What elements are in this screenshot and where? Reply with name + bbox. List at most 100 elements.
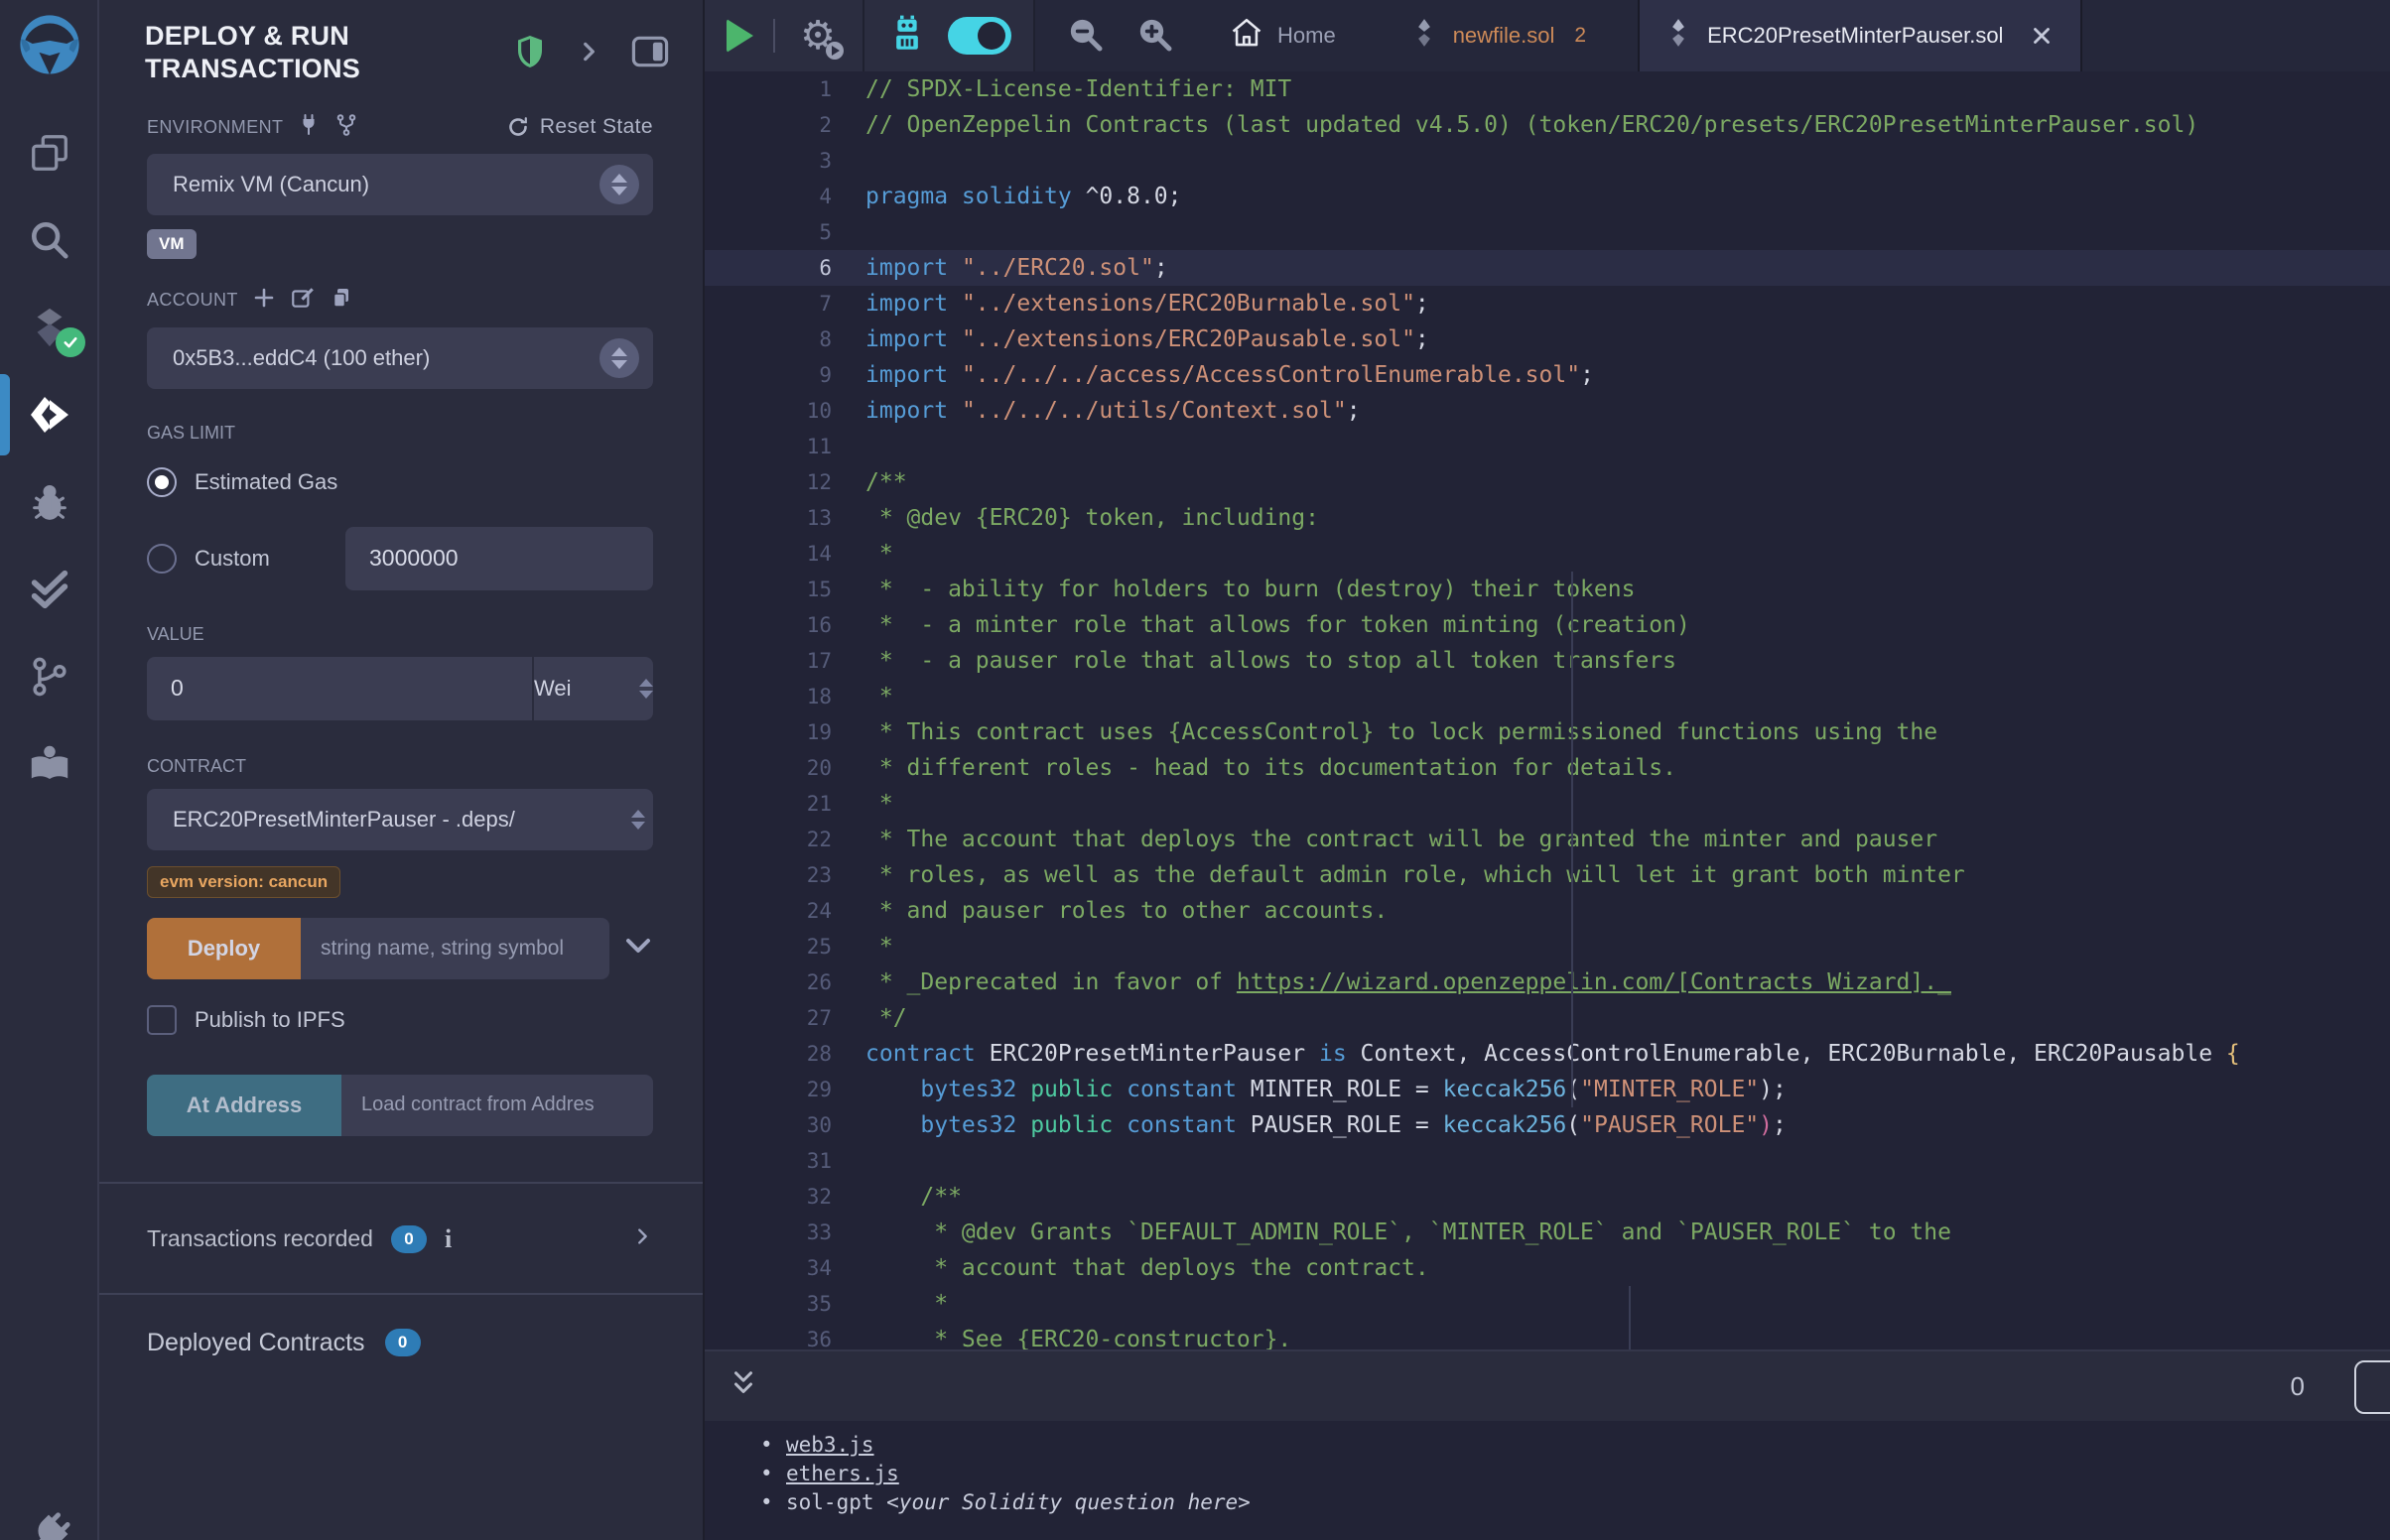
code-line[interactable]: 20 * different roles - head to its docum… — [705, 750, 2390, 786]
code-line[interactable]: 24 * and pauser roles to other accounts. — [705, 893, 2390, 929]
code-line[interactable]: 22 * The account that deploys the contra… — [705, 822, 2390, 857]
code-line[interactable]: 34 * account that deploys the contract. — [705, 1250, 2390, 1286]
at-address-button[interactable]: At Address — [147, 1075, 341, 1136]
fork-state-icon[interactable] — [334, 113, 358, 142]
code-line[interactable]: 13 * @dev {ERC20} token, including: — [705, 500, 2390, 536]
code-line[interactable]: 30 bytes32 public constant PAUSER_ROLE =… — [705, 1107, 2390, 1143]
line-content: * - ability for holders to burn (destroy… — [832, 572, 1635, 607]
code-line[interactable]: 8import "../extensions/ERC20Pausable.sol… — [705, 321, 2390, 357]
code-line[interactable]: 6import "../ERC20.sol"; — [705, 250, 2390, 286]
search-icon[interactable] — [0, 196, 99, 284]
line-number: 1 — [705, 71, 832, 107]
web3js-link[interactable]: web3.js — [786, 1431, 874, 1460]
reset-state-button[interactable]: Reset State — [506, 115, 653, 139]
terminal-bar[interactable]: 0 — [705, 1349, 2390, 1421]
plug-icon[interactable] — [297, 113, 321, 142]
contract-select[interactable]: ERC20PresetMinterPauser - .deps/ — [147, 789, 653, 850]
constructor-args-input[interactable] — [301, 918, 609, 979]
terminal-entry: • ethers.js — [760, 1460, 2390, 1488]
remix-logo[interactable] — [0, 0, 99, 95]
code-line[interactable]: 36 * See {ERC20-constructor}. — [705, 1322, 2390, 1349]
shield-icon — [514, 34, 546, 74]
code-line[interactable]: 27 */ — [705, 1000, 2390, 1036]
publish-ipfs-checkbox[interactable] — [147, 1005, 177, 1035]
code-line[interactable]: 28contract ERC20PresetMinterPauser is Co… — [705, 1036, 2390, 1072]
code-line[interactable]: 26 * _Deprecated in favor of https://wiz… — [705, 964, 2390, 1000]
plugin-manager-icon[interactable] — [22, 1507, 75, 1540]
code-line[interactable]: 5 — [705, 214, 2390, 250]
code-line[interactable]: 7import "../extensions/ERC20Burnable.sol… — [705, 286, 2390, 321]
ai-toggle-on[interactable] — [948, 17, 1011, 55]
tab-newfile[interactable]: newfile.sol 2 — [1386, 0, 1612, 71]
line-content: * account that deploys the contract. — [832, 1250, 1429, 1286]
code-line[interactable]: 21 * — [705, 786, 2390, 822]
code-line[interactable]: 32 /** — [705, 1179, 2390, 1215]
code-line[interactable]: 29 bytes32 public constant MINTER_ROLE =… — [705, 1072, 2390, 1107]
environment-select[interactable]: Remix VM (Cancun) — [147, 154, 653, 215]
code-line[interactable]: 15 * - ability for holders to burn (dest… — [705, 572, 2390, 607]
ethersjs-link[interactable]: ethers.js — [786, 1460, 899, 1488]
expand-constructor-icon[interactable] — [623, 931, 653, 965]
code-line[interactable]: 14 * — [705, 536, 2390, 572]
at-address-input[interactable] — [341, 1075, 653, 1136]
code-line[interactable]: 10import "../../../utils/Context.sol"; — [705, 393, 2390, 429]
compiler-settings-icon[interactable]: ⚙ — [795, 13, 841, 59]
code-line[interactable]: 17 * - a pauser role that allows to stop… — [705, 643, 2390, 679]
git-icon[interactable] — [0, 633, 99, 720]
expand-transactions-icon[interactable] — [631, 1223, 653, 1255]
code-line[interactable]: 25 * — [705, 929, 2390, 964]
code-editor[interactable]: 1// SPDX-License-Identifier: MIT2// Open… — [705, 71, 2390, 1349]
line-content: * _Deprecated in favor of https://wizard… — [832, 964, 1951, 1000]
line-content: import "../ERC20.sol"; — [832, 250, 1168, 286]
tab-home-label: Home — [1277, 23, 1336, 49]
code-line[interactable]: 4pragma solidity ^0.8.0; — [705, 179, 2390, 214]
panel-title: DEPLOY & RUN TRANSACTIONS — [145, 20, 472, 85]
pin-side-panel-icon[interactable] — [631, 36, 669, 72]
code-line[interactable]: 12/** — [705, 464, 2390, 500]
terminal-search-input[interactable] — [2354, 1360, 2390, 1414]
file-explorer-icon[interactable] — [0, 109, 99, 196]
custom-gas-radio[interactable] — [147, 544, 177, 574]
line-number: 27 — [705, 1000, 832, 1036]
account-select[interactable]: 0x5B3...eddC4 (100 ether) — [147, 327, 653, 389]
zoom-in-icon[interactable] — [1134, 14, 1174, 59]
custom-gas-input[interactable] — [345, 527, 653, 590]
deploy-button[interactable]: Deploy — [147, 918, 301, 979]
code-line[interactable]: 9import "../../../access/AccessControlEn… — [705, 357, 2390, 393]
code-line[interactable]: 11 — [705, 429, 2390, 464]
code-line[interactable]: 31 — [705, 1143, 2390, 1179]
ai-robot-icon[interactable] — [886, 13, 928, 60]
line-content: * See {ERC20-constructor}. — [832, 1322, 1291, 1349]
code-line[interactable]: 18 * — [705, 679, 2390, 714]
estimated-gas-radio[interactable] — [147, 467, 177, 497]
code-line[interactable]: 19 * This contract uses {AccessControl} … — [705, 714, 2390, 750]
add-account-icon[interactable] — [252, 286, 276, 315]
code-line[interactable]: 16 * - a minter role that allows for tok… — [705, 607, 2390, 643]
line-content — [832, 429, 865, 464]
value-input[interactable] — [147, 657, 532, 720]
tab-home[interactable]: Home — [1204, 0, 1362, 71]
close-tab-icon[interactable] — [2029, 23, 2055, 49]
code-line[interactable]: 3 — [705, 143, 2390, 179]
line-content — [832, 1143, 865, 1179]
learneth-icon[interactable] — [0, 720, 99, 808]
code-line[interactable]: 33 * @dev Grants `DEFAULT_ADMIN_ROLE`, `… — [705, 1215, 2390, 1250]
edit-account-icon[interactable] — [290, 285, 316, 316]
value-unit-select[interactable]: Wei — [532, 657, 653, 720]
expand-panel-icon[interactable] — [576, 37, 601, 71]
code-line[interactable]: 23 * roles, as well as the default admin… — [705, 857, 2390, 893]
deploy-run-icon[interactable] — [0, 371, 99, 458]
code-line[interactable]: 2// OpenZeppelin Contracts (last updated… — [705, 107, 2390, 143]
unit-testing-icon[interactable] — [0, 546, 99, 633]
active-plugin-indicator — [0, 374, 10, 455]
copy-account-icon[interactable] — [330, 286, 353, 315]
code-line[interactable]: 35 * — [705, 1286, 2390, 1322]
line-number: 21 — [705, 786, 832, 822]
code-line[interactable]: 1// SPDX-License-Identifier: MIT — [705, 71, 2390, 107]
tab-erc20-preset-minter-pauser[interactable]: ERC20PresetMinterPauser.sol — [1638, 0, 2082, 71]
debugger-icon[interactable] — [0, 458, 99, 546]
zoom-out-icon[interactable] — [1065, 14, 1105, 59]
solidity-compiler-icon[interactable] — [0, 284, 99, 371]
run-script-icon[interactable] — [727, 19, 753, 53]
chevron-double-down-icon[interactable] — [729, 1367, 758, 1406]
